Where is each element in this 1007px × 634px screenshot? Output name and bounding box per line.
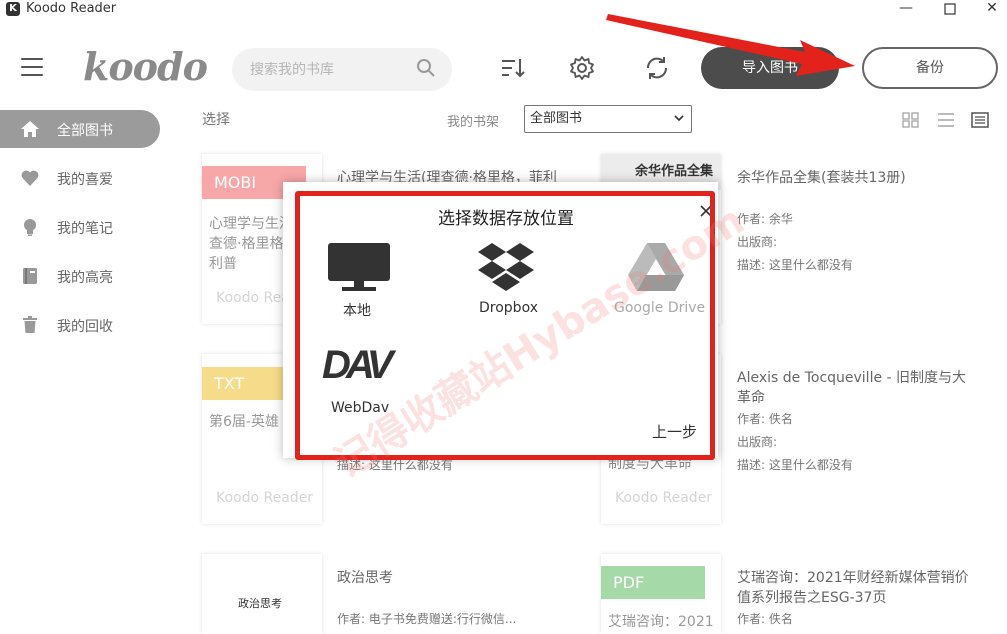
sidebar-item-label: 我的回收 bbox=[57, 319, 113, 335]
trash-icon bbox=[23, 316, 37, 333]
book-publisher: 出版商: bbox=[737, 235, 778, 249]
backup-button[interactable]: 备份 bbox=[862, 47, 998, 89]
shelf-select[interactable]: 全部图书 bbox=[524, 105, 692, 133]
sidebar-item-trash[interactable]: 我的回收 bbox=[0, 306, 160, 344]
book-cover[interactable]: PDF 艾瑞咨询：2021 bbox=[601, 554, 721, 634]
home-icon bbox=[21, 121, 39, 137]
book-title[interactable]: 艾瑞咨询：2021年财经新媒体营销价值系列报告之ESG-37页 bbox=[737, 568, 977, 608]
book-cover[interactable]: 政治思考 bbox=[202, 554, 322, 634]
cover-title: 政治思考 bbox=[238, 597, 282, 610]
list-view-icon[interactable] bbox=[937, 112, 955, 128]
shelf-label: 我的书架 bbox=[447, 115, 500, 130]
search-icon[interactable] bbox=[416, 58, 436, 78]
sidebar-item-label: 我的笔记 bbox=[57, 221, 113, 237]
book-author: 作者: 电子书免费赠送:行行微信... bbox=[337, 612, 517, 626]
sidebar-item-highlights[interactable]: 我的高亮 bbox=[0, 257, 160, 295]
settings-gear-icon[interactable] bbox=[568, 54, 596, 82]
annotation-highlight-box bbox=[295, 191, 715, 460]
cover-footer: Koodo Reader bbox=[615, 490, 713, 506]
book-title[interactable]: 政治思考 bbox=[337, 568, 393, 588]
format-tag: PDF bbox=[601, 566, 705, 599]
minimize-button[interactable]: — bbox=[892, 0, 920, 18]
bulb-icon bbox=[24, 219, 36, 236]
book-author: 作者: 佚名 bbox=[737, 412, 793, 426]
annotation-arrow bbox=[606, 14, 855, 76]
highlight-book-icon bbox=[23, 268, 37, 284]
hamburger-menu-icon[interactable] bbox=[21, 58, 43, 78]
search-input[interactable] bbox=[250, 60, 410, 80]
cover-footer: Koodo Reader bbox=[216, 490, 314, 506]
heart-icon bbox=[21, 170, 39, 186]
book-description: 描述: 这里什么都没有 bbox=[737, 258, 853, 272]
maximize-button[interactable] bbox=[936, 0, 964, 18]
book-publisher: 出版商: bbox=[737, 435, 778, 449]
book-description: 描述: 这里什么都没有 bbox=[737, 458, 853, 472]
sidebar-item-label: 我的喜爱 bbox=[57, 172, 113, 188]
cover-title: 艾瑞咨询：2021 bbox=[608, 614, 714, 630]
shelf-select-value: 全部图书 bbox=[530, 111, 583, 126]
cover-title: 余华作品全集 bbox=[635, 164, 714, 179]
close-window-button[interactable]: ✕ bbox=[978, 0, 1006, 18]
sidebar-item-all-books[interactable]: 全部图书 bbox=[0, 110, 160, 148]
book-title[interactable]: Alexis de Tocqueville - 旧制度与大革命 bbox=[737, 368, 977, 408]
grid-view-icon[interactable] bbox=[902, 112, 920, 128]
book-title[interactable]: 余华作品全集(套装共13册) bbox=[737, 168, 977, 188]
chevron-down-icon bbox=[674, 115, 684, 122]
sidebar-item-favorites[interactable]: 我的喜爱 bbox=[0, 159, 160, 197]
window-title: Koodo Reader bbox=[26, 1, 117, 16]
sidebar-item-label: 全部图书 bbox=[57, 123, 113, 139]
select-mode-button[interactable]: 选择 bbox=[202, 109, 230, 129]
koodo-logo: koodo bbox=[83, 44, 208, 89]
book-author: 作者: 佚名 bbox=[737, 612, 793, 626]
sort-icon[interactable] bbox=[498, 54, 526, 82]
koodo-app-icon: K bbox=[6, 2, 20, 16]
book-author: 作者: 余华 bbox=[737, 212, 793, 226]
card-view-icon[interactable] bbox=[971, 112, 989, 128]
sidebar-item-notes[interactable]: 我的笔记 bbox=[0, 208, 160, 246]
sidebar-item-label: 我的高亮 bbox=[57, 270, 113, 286]
